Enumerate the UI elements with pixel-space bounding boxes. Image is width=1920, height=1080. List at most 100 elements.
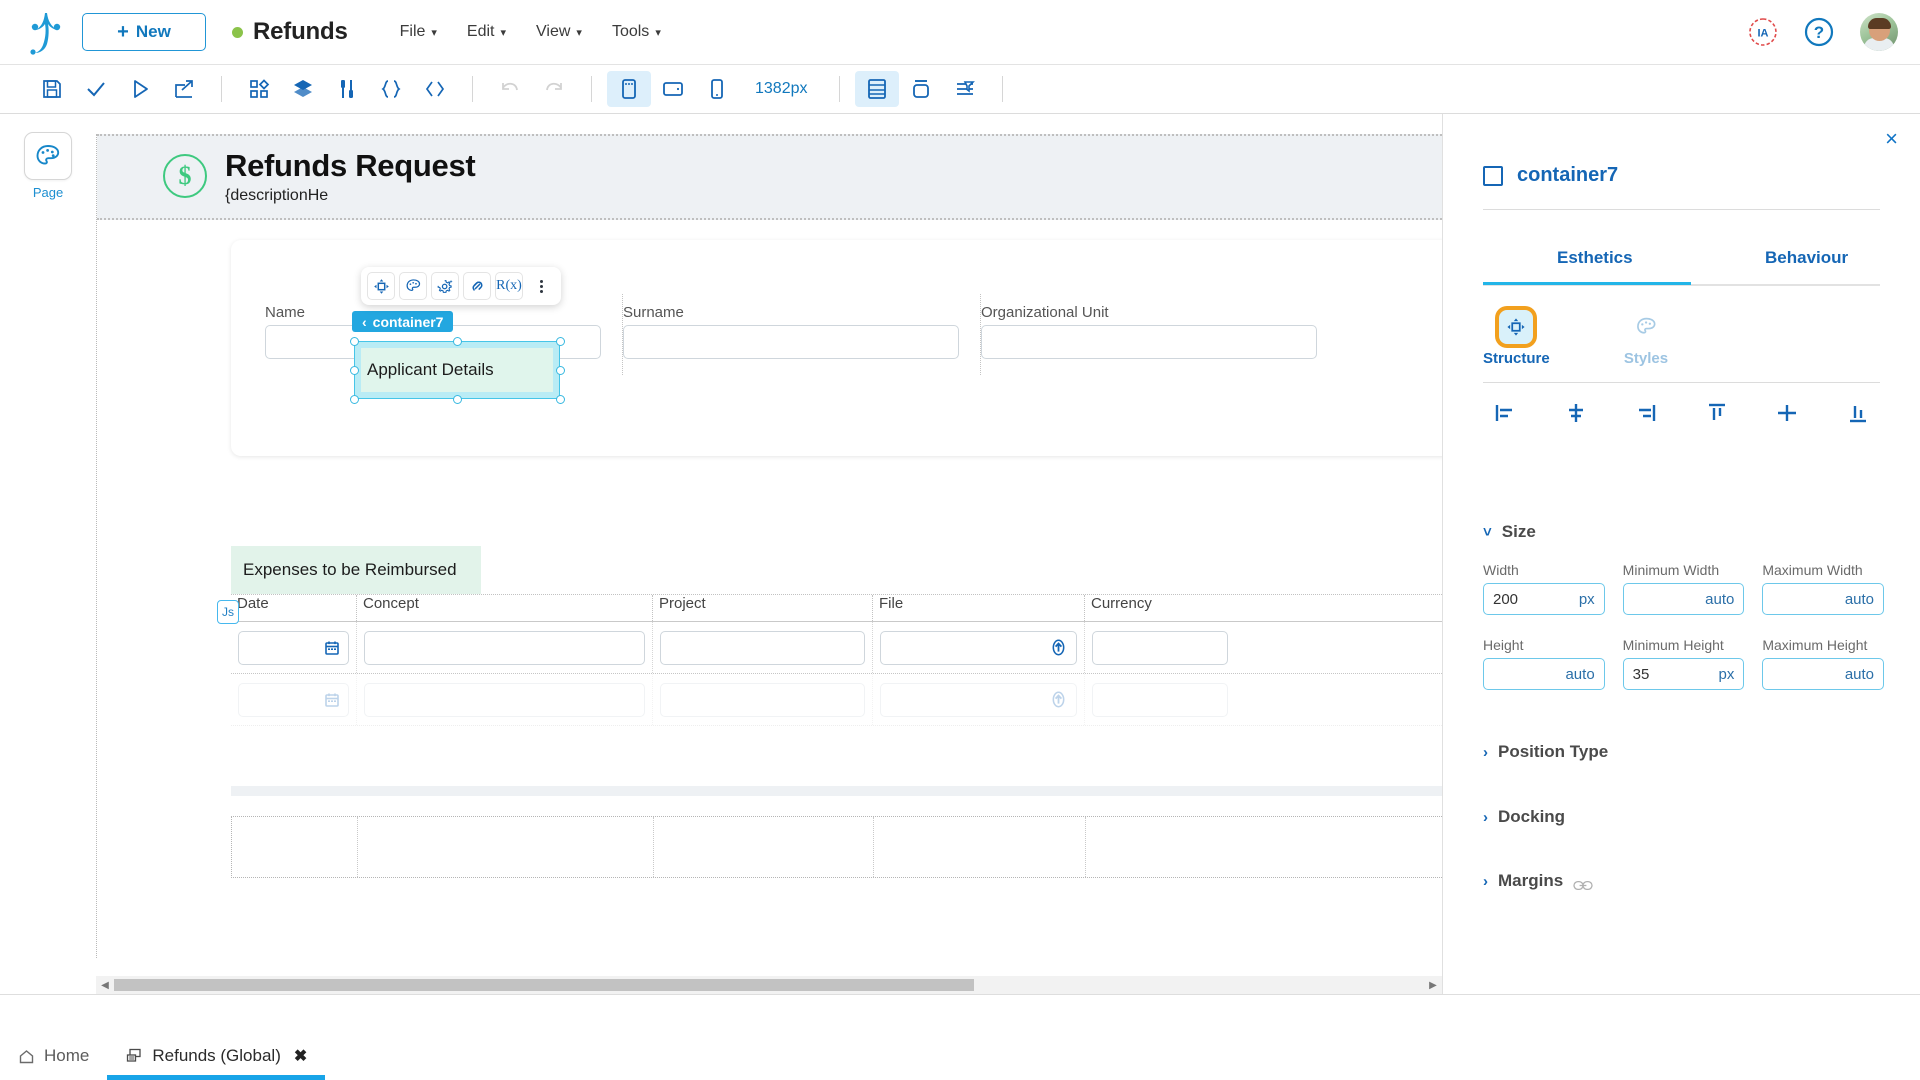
summary-cell[interactable] bbox=[232, 817, 358, 877]
bottom-tab-refunds[interactable]: Refunds (Global) ✖ bbox=[107, 1032, 325, 1080]
undo-icon[interactable] bbox=[488, 71, 532, 107]
min-width-input[interactable]: auto bbox=[1623, 583, 1745, 615]
braces-icon[interactable] bbox=[369, 71, 413, 107]
scrollbar-thumb[interactable] bbox=[114, 979, 974, 991]
check-icon[interactable] bbox=[74, 71, 118, 107]
width-input[interactable]: 200 px bbox=[1483, 583, 1605, 615]
align-top-icon[interactable] bbox=[1695, 396, 1739, 430]
menu-edit[interactable]: Edit ▾ bbox=[467, 23, 506, 41]
expenses-card[interactable]: Expenses to be Reimbursed Date Concept P… bbox=[231, 546, 1442, 958]
align-right-icon[interactable] bbox=[1624, 396, 1668, 430]
field-org-unit[interactable]: Organizational Unit bbox=[981, 304, 1339, 359]
cell-project[interactable] bbox=[653, 674, 873, 725]
breadcrumb[interactable]: ‹ container7 bbox=[352, 311, 453, 332]
formula-icon[interactable]: R(x) bbox=[495, 272, 523, 300]
form-header-band[interactable]: $ Refunds Request {descriptionHe bbox=[97, 134, 1442, 220]
canvas-width-value[interactable]: 1382px bbox=[739, 80, 824, 98]
currency-input[interactable] bbox=[1092, 631, 1228, 665]
redo-icon[interactable] bbox=[532, 71, 576, 107]
selected-container[interactable]: Applicant Details bbox=[354, 341, 560, 399]
close-tab-icon[interactable]: ✖ bbox=[294, 1046, 307, 1066]
table-row[interactable]: Js bbox=[231, 622, 1442, 674]
js-badge[interactable]: Js bbox=[217, 600, 239, 624]
size-section-header[interactable]: ˅ Size bbox=[1483, 522, 1884, 542]
help-icon[interactable]: ? bbox=[1804, 17, 1834, 47]
sidebar-item-page[interactable]: Page bbox=[16, 132, 80, 200]
tablet-icon[interactable] bbox=[651, 71, 695, 107]
project-input[interactable] bbox=[660, 631, 865, 665]
summary-cell[interactable] bbox=[358, 817, 654, 877]
column-header-concept[interactable]: Concept bbox=[357, 595, 653, 621]
code-icon[interactable] bbox=[413, 71, 457, 107]
docking-section[interactable]: › Docking bbox=[1483, 807, 1565, 827]
scrollbar-track[interactable] bbox=[114, 979, 1424, 991]
resize-handle-ne[interactable] bbox=[556, 337, 565, 346]
menu-view[interactable]: View ▾ bbox=[536, 23, 582, 41]
resize-handle-s[interactable] bbox=[453, 395, 462, 404]
grid-view-icon[interactable] bbox=[855, 71, 899, 107]
new-button[interactable]: + New bbox=[82, 13, 206, 51]
menu-file[interactable]: File ▾ bbox=[400, 23, 437, 41]
expenses-section-title[interactable]: Expenses to be Reimbursed bbox=[231, 546, 481, 594]
currency-input[interactable] bbox=[1092, 683, 1228, 717]
close-icon[interactable]: × bbox=[1885, 128, 1898, 150]
link-icon[interactable] bbox=[463, 272, 491, 300]
layers-icon[interactable] bbox=[281, 71, 325, 107]
app-logo-icon[interactable] bbox=[22, 9, 68, 55]
link-icon[interactable] bbox=[1573, 876, 1591, 886]
max-width-input[interactable]: auto bbox=[1762, 583, 1884, 615]
column-header-currency[interactable]: Currency bbox=[1085, 595, 1235, 621]
mobile-icon[interactable] bbox=[695, 71, 739, 107]
move-icon[interactable] bbox=[367, 272, 395, 300]
subtab-styles[interactable]: Styles bbox=[1613, 310, 1679, 367]
subtab-structure[interactable]: Structure bbox=[1483, 310, 1549, 367]
cell-currency[interactable] bbox=[1085, 674, 1235, 725]
bottom-tab-home[interactable]: Home bbox=[0, 1032, 107, 1080]
docking-header[interactable]: › Docking bbox=[1483, 807, 1565, 827]
deploy-icon[interactable] bbox=[162, 71, 206, 107]
field-surname[interactable]: Surname bbox=[623, 304, 981, 359]
date-input[interactable] bbox=[238, 683, 349, 717]
concept-input[interactable] bbox=[364, 631, 645, 665]
height-input[interactable]: auto bbox=[1483, 658, 1605, 690]
cell-concept[interactable] bbox=[357, 674, 653, 725]
resize-handle-w[interactable] bbox=[350, 366, 359, 375]
resize-handle-se[interactable] bbox=[556, 395, 565, 404]
variables-icon[interactable] bbox=[325, 71, 369, 107]
cell-project[interactable] bbox=[653, 622, 873, 673]
position-type-section[interactable]: › Position Type bbox=[1483, 742, 1608, 762]
cell-file[interactable] bbox=[873, 674, 1085, 725]
tab-behaviour[interactable]: Behaviour bbox=[1765, 248, 1848, 268]
resize-handle-e[interactable] bbox=[556, 366, 565, 375]
container-view-icon[interactable] bbox=[899, 71, 943, 107]
play-icon[interactable] bbox=[118, 71, 162, 107]
user-avatar[interactable] bbox=[1860, 13, 1898, 51]
column-header-project[interactable]: Project bbox=[653, 595, 873, 621]
palette-icon[interactable] bbox=[399, 272, 427, 300]
file-upload-input[interactable] bbox=[880, 683, 1077, 717]
resize-handle-nw[interactable] bbox=[350, 337, 359, 346]
summary-grid[interactable] bbox=[231, 816, 1442, 878]
cell-currency[interactable] bbox=[1085, 622, 1235, 673]
project-input[interactable] bbox=[660, 683, 865, 717]
tab-esthetics[interactable]: Esthetics bbox=[1557, 248, 1633, 268]
menu-tools[interactable]: Tools ▾ bbox=[612, 23, 661, 41]
position-type-header[interactable]: › Position Type bbox=[1483, 742, 1608, 762]
align-center-horizontal-icon[interactable] bbox=[1554, 396, 1598, 430]
cell-date[interactable] bbox=[231, 674, 357, 725]
expenses-table[interactable]: Date Concept Project File Currency Js bbox=[231, 594, 1442, 726]
column-header-file[interactable]: File bbox=[873, 595, 1085, 621]
settings-icon[interactable] bbox=[431, 272, 459, 300]
max-height-input[interactable]: auto bbox=[1762, 658, 1884, 690]
concept-input[interactable] bbox=[364, 683, 645, 717]
scroll-right-arrow-icon[interactable]: ▶ bbox=[1424, 980, 1442, 991]
min-height-input[interactable]: 35 px bbox=[1623, 658, 1745, 690]
design-canvas[interactable]: $ Refunds Request {descriptionHe Name bbox=[96, 114, 1442, 994]
resize-handle-sw[interactable] bbox=[350, 395, 359, 404]
file-upload-input[interactable] bbox=[880, 631, 1077, 665]
desktop-icon[interactable] bbox=[607, 71, 651, 107]
align-left-icon[interactable] bbox=[1483, 396, 1527, 430]
more-vertical-icon[interactable] bbox=[527, 272, 555, 300]
save-icon[interactable] bbox=[30, 71, 74, 107]
column-header-date[interactable]: Date bbox=[231, 595, 357, 621]
